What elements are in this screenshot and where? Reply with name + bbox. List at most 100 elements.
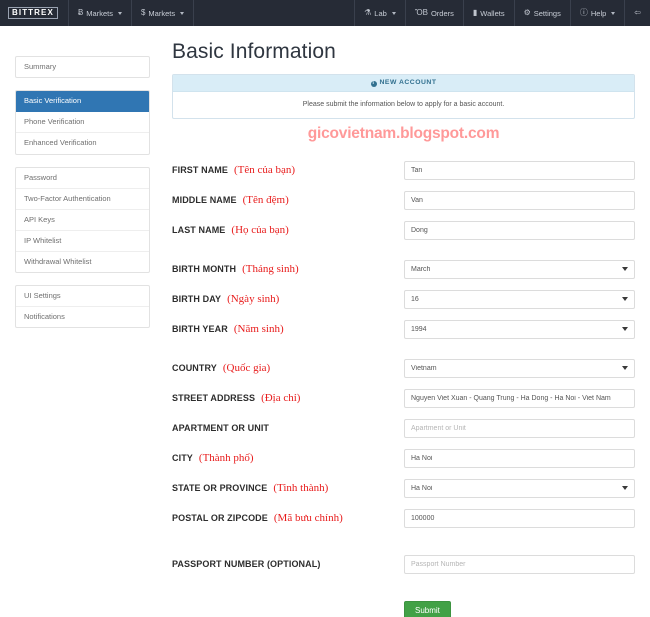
field-control-cell: 16 (404, 288, 635, 309)
select-birth-month[interactable]: March (404, 260, 635, 279)
sidebar-item-phone-verification[interactable]: Phone Verification (16, 112, 149, 134)
field-label-cell: FIRST NAME (Tên của bạn) (172, 164, 404, 176)
input-apartment-or-unit[interactable] (404, 419, 635, 438)
field-annotation: (Tháng sinh) (242, 262, 299, 275)
field-label: FIRST NAME (172, 164, 228, 175)
nav-item-lab[interactable]: ⚗ Lab (354, 0, 405, 26)
field-label-cell: STATE OR PROVINCE (Tinh thành) (172, 482, 404, 494)
dollar-icon: $ (140, 8, 146, 17)
field-annotation: (Quốc gia) (222, 361, 271, 374)
select-country[interactable]: Vietnam (404, 359, 635, 378)
field-annotation: (Họ của bạn) (231, 223, 289, 236)
field-annotation: (Ngày sinh) (227, 292, 280, 305)
chevron-down-icon (180, 11, 185, 15)
input-street-address[interactable] (404, 389, 635, 408)
field-annotation: (Tên đệm) (242, 193, 289, 206)
input-last-name[interactable] (404, 221, 635, 240)
field-annotation: (Tên của bạn) (234, 163, 296, 176)
nav-item-help[interactable]: ⓘ Help (569, 0, 624, 26)
input-passport-number-optional[interactable] (404, 555, 635, 574)
nav-item-wallets[interactable]: ▮ Wallets (462, 0, 514, 26)
clipboard-icon: ὌB (414, 8, 428, 17)
page-body: Summary Basic Verification Phone Verificat… (0, 26, 650, 617)
sidebar-item-ui-settings[interactable]: UI Settings (16, 286, 149, 308)
sidebar-item-summary[interactable]: Summary (16, 57, 149, 77)
new-account-panel: i NEW ACCOUNT Please submit the informati… (172, 74, 635, 119)
input-first-name[interactable] (404, 161, 635, 180)
form-row: BIRTH MONTH (Tháng sinh) March (172, 258, 635, 279)
select-state-or-province[interactable]: Ha Noi (404, 479, 635, 498)
field-label: MIDDLE NAME (172, 194, 237, 205)
nav-item-label: Wallets (480, 8, 505, 18)
submit-spacer (172, 600, 404, 617)
input-middle-name[interactable] (404, 191, 635, 210)
sidebar-item-two-factor-authentication[interactable]: Two-Factor Authentication (16, 189, 149, 210)
field-control-cell (404, 189, 635, 210)
sidebar-group: Basic Verification Phone Verification Enha… (15, 90, 150, 155)
input-postal-or-zipcode[interactable] (404, 509, 635, 528)
panel-header: i NEW ACCOUNT (173, 75, 634, 92)
chevron-down-icon (117, 11, 122, 15)
select-wrapper: Ha Noi (404, 477, 635, 498)
sidebar-item-notifications[interactable]: Notifications (16, 307, 149, 327)
field-label: CITY (172, 452, 193, 463)
nav-item-markets[interactable]: $ Markets (132, 0, 195, 26)
field-control-cell (404, 507, 635, 528)
nav-item-logout[interactable]: ⇦ (624, 0, 650, 26)
field-annotation: (Địa chỉ) (261, 391, 301, 404)
nav-item-settings[interactable]: ⚙ Settings (513, 0, 570, 26)
wallet-icon: ▮ (472, 8, 478, 17)
sidebar-item-api-keys[interactable]: API Keys (16, 210, 149, 231)
field-label: BIRTH DAY (172, 293, 222, 304)
select-birth-year[interactable]: 1994 (404, 320, 635, 339)
select-wrapper: March (404, 258, 635, 279)
submit-button[interactable]: Submit (404, 601, 451, 617)
field-label: BIRTH YEAR (172, 323, 228, 334)
field-control-cell (404, 219, 635, 240)
flask-icon: ⚗ (364, 8, 372, 17)
chevron-down-icon (391, 11, 396, 15)
basic-information-form: FIRST NAME (Tên của bạn) MIDDLE NAME (Tên đ… (172, 159, 635, 574)
nav-item-orders[interactable]: ὌB Orders (404, 0, 463, 26)
field-label-cell: BIRTH DAY (Ngày sinh) (172, 293, 404, 305)
info-circle-icon: i (370, 81, 377, 87)
input-city[interactable] (404, 449, 635, 468)
panel-header-label: NEW ACCOUNT (379, 79, 437, 86)
nav-item-markets[interactable]: Ƀ Markets (69, 0, 132, 26)
field-label-cell: BIRTH YEAR (Năm sinh) (172, 323, 404, 335)
form-row: STREET ADDRESS (Địa chỉ) (172, 387, 635, 408)
form-row: BIRTH DAY (Ngày sinh) 16 (172, 288, 635, 309)
sidebar-item-ip-whitelist[interactable]: IP Whitelist (16, 231, 149, 252)
settings-sidebar: Summary Basic Verification Phone Verificat… (15, 36, 150, 617)
sidebar-item-withdrawal-whitelist[interactable]: Withdrawal Whitelist (16, 252, 149, 272)
field-label: POSTAL OR ZIPCODE (172, 512, 268, 523)
sidebar-item-basic-verification[interactable]: Basic Verification (16, 91, 149, 113)
form-row: PASSPORT NUMBER (OPTIONAL) (172, 553, 635, 574)
select-wrapper: 16 (404, 288, 635, 309)
field-control-cell (404, 447, 635, 468)
select-wrapper: 1994 (404, 318, 635, 339)
form-row: POSTAL OR ZIPCODE (Mã bưu chính) (172, 507, 635, 528)
sidebar-item-password[interactable]: Password (16, 168, 149, 189)
form-row: APARTMENT OR UNIT (172, 417, 635, 438)
field-control-cell (404, 417, 635, 438)
form-row: MIDDLE NAME (Tên đệm) (172, 189, 635, 210)
field-annotation: (Mã bưu chính) (273, 511, 343, 524)
field-label: STREET ADDRESS (172, 392, 256, 403)
field-label-cell: POSTAL OR ZIPCODE (Mã bưu chính) (172, 512, 404, 524)
select-birth-day[interactable]: 16 (404, 290, 635, 309)
nav-item-label: Orders (430, 8, 454, 18)
field-control-cell: March (404, 258, 635, 279)
submit-row: Submit (172, 600, 635, 617)
field-annotation: (Thành phố) (198, 451, 254, 464)
navbar-right-items: ⚗ Lab ὌB Orders ▮ Wallets ⚙ Settings ⓘ Help ⇦ (354, 0, 650, 26)
brand-logo[interactable]: BITTREX (0, 0, 69, 26)
field-control-cell: Vietnam (404, 357, 635, 378)
nav-item-label: Markets (148, 8, 176, 18)
logout-icon: ⇦ (634, 8, 641, 17)
sidebar-item-enhanced-verification[interactable]: Enhanced Verification (16, 133, 149, 153)
sidebar-group: Summary (15, 56, 150, 79)
field-label-cell: STREET ADDRESS (Địa chỉ) (172, 392, 404, 404)
field-label-cell: CITY (Thành phố) (172, 452, 404, 464)
help-circle-icon: ⓘ (579, 8, 588, 17)
